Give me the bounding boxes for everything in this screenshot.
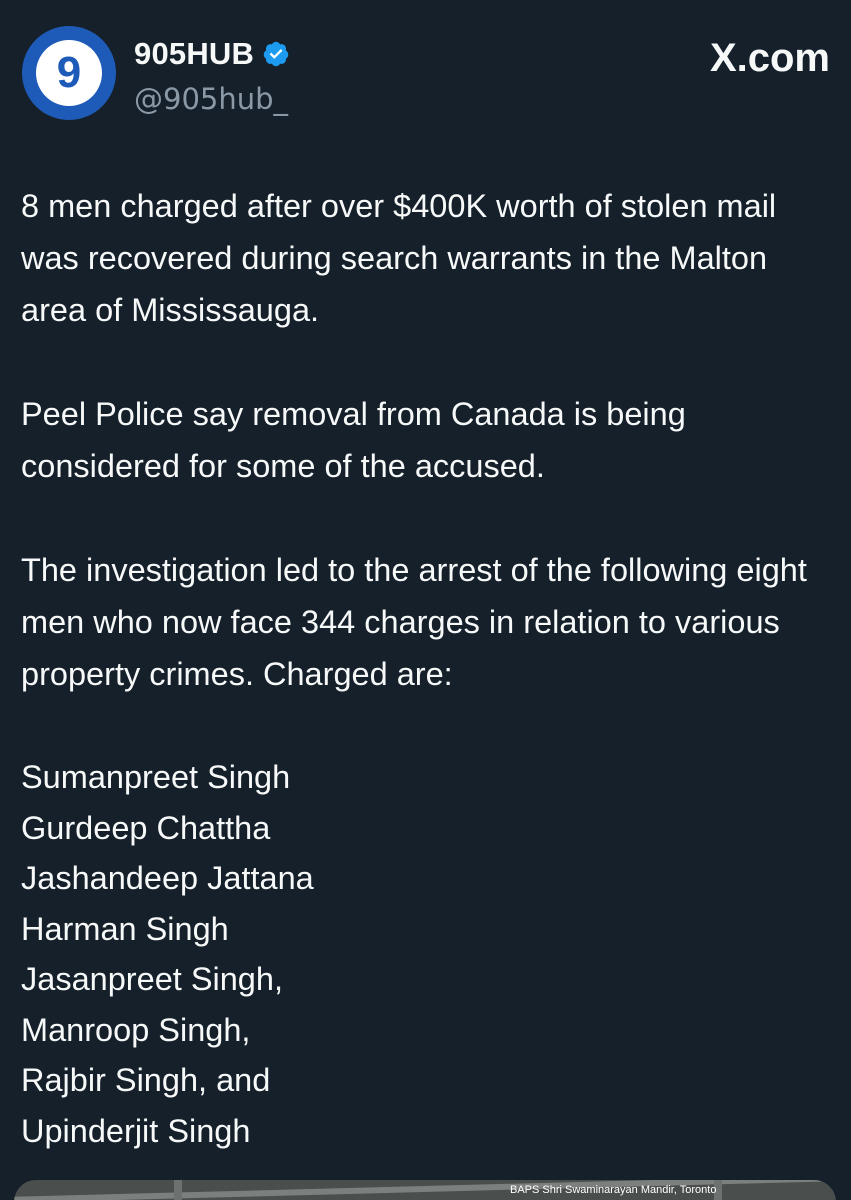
tweet-map-image[interactable]: BAPS Shri Swaminarayan Mandir, Toronto <box>14 1180 836 1200</box>
accused-names-list: Sumanpreet Singh Gurdeep Chattha Jashand… <box>21 752 836 1156</box>
avatar-logo: 9 <box>36 40 102 106</box>
display-name[interactable]: 905HUB <box>134 36 254 72</box>
avatar[interactable]: 9 <box>22 26 116 120</box>
list-item: Manroop Singh, <box>21 1011 251 1048</box>
list-item: Gurdeep Chattha <box>21 809 271 846</box>
verified-badge-icon <box>263 41 289 67</box>
x-brand-logo: X.com <box>709 36 830 80</box>
display-name-row[interactable]: 905HUB <box>134 36 290 72</box>
list-item: Jashandeep Jattana <box>21 860 314 896</box>
tweet-paragraph: The investigation led to the arrest of t… <box>21 552 807 692</box>
tweet-header: 9 905HUB @905hub_ X.com <box>22 26 832 126</box>
map-road <box>174 1180 182 1200</box>
list-item: Jasanpreet Singh, <box>21 961 283 997</box>
list-item: Sumanpreet Singh <box>21 759 291 795</box>
list-item: Upinderjit Singh <box>21 1112 251 1149</box>
list-item: Harman Singh <box>21 910 229 947</box>
map-place-label: BAPS Shri Swaminarayan Mandir, Toronto <box>510 1184 717 1196</box>
tweet-text: 8 men charged after over $400K worth of … <box>21 180 836 1156</box>
tweet-paragraph: 8 men charged after over $400K worth of … <box>21 188 777 328</box>
tweet-paragraph: Peel Police say removal from Canada is b… <box>21 396 686 484</box>
list-item: Rajbir Singh, and <box>21 1062 271 1098</box>
account-handle[interactable]: @905hub_ <box>134 82 288 116</box>
